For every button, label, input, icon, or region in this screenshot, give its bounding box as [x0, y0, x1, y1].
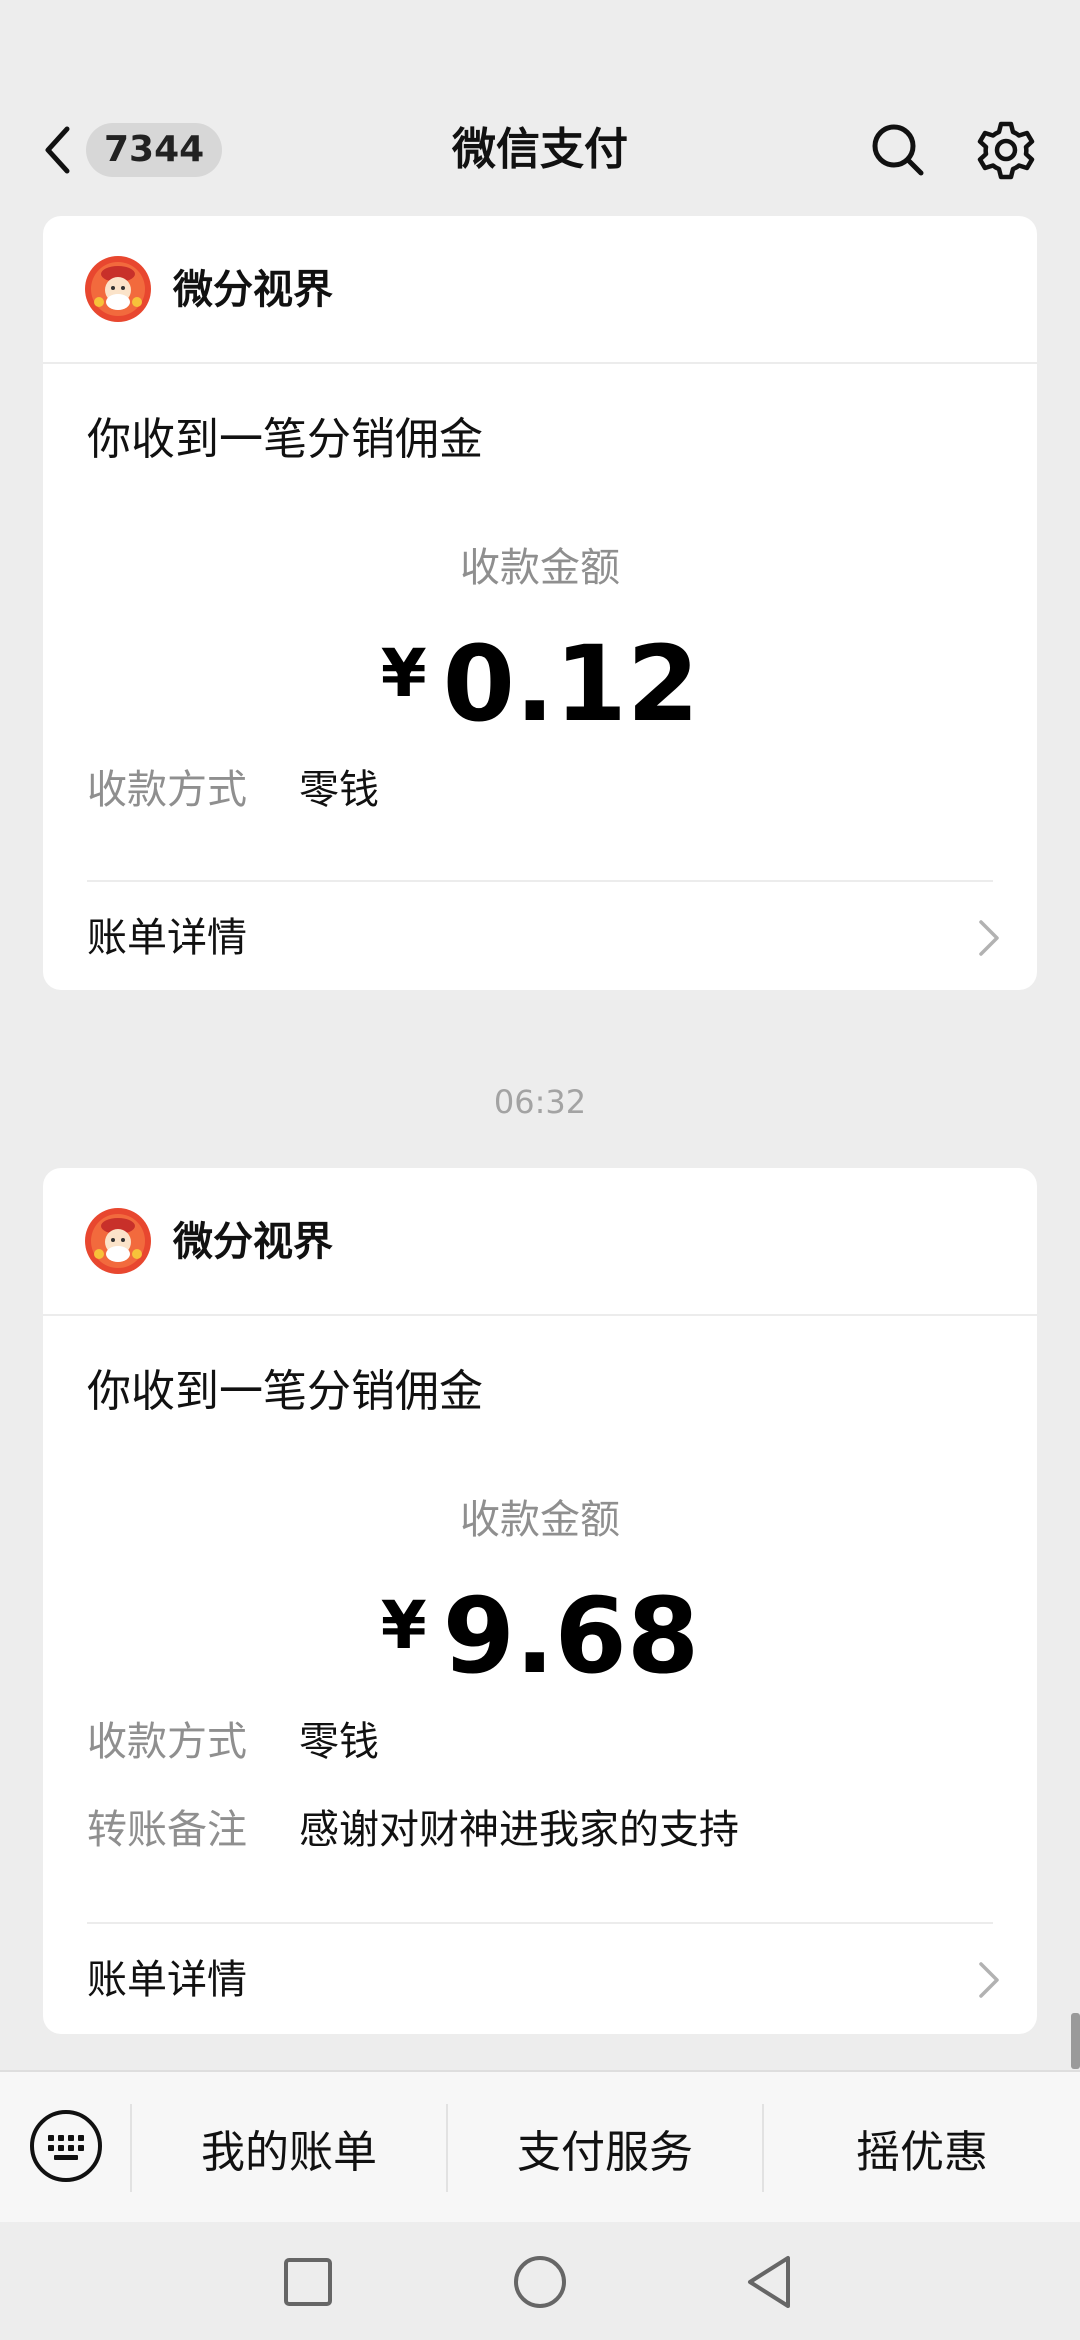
- menu-my-bills[interactable]: 我的账单: [132, 2072, 446, 2224]
- keyboard-toggle-button[interactable]: [28, 2108, 104, 2184]
- sender-name: 微分视界: [173, 1219, 333, 1265]
- sender-avatar: [85, 1208, 151, 1274]
- search-icon: [872, 124, 924, 176]
- payment-method-value: 零钱: [299, 1719, 379, 1765]
- gear-icon: [977, 121, 1035, 180]
- scrollbar-thumb[interactable]: [1071, 2013, 1080, 2069]
- currency-symbol: ¥: [380, 635, 427, 712]
- amount-value: ¥9.68: [43, 1566, 1037, 1696]
- payment-method-label: 收款方式: [87, 1719, 247, 1765]
- chevron-right-icon: [979, 1962, 999, 1998]
- card-sender-row: 微分视界: [43, 1168, 1037, 1316]
- bill-detail-link[interactable]: 账单详情: [43, 882, 1037, 992]
- triangle-back-icon: [748, 2256, 790, 2308]
- payment-message-card[interactable]: 微分视界 你收到一笔分销佣金 收款金额 ¥9.68 收款方式 零钱 转账备注 感…: [43, 1168, 1037, 2034]
- message-heading: 你收到一笔分销佣金: [87, 1366, 483, 1417]
- message-timestamp: 06:32: [493, 1083, 587, 1121]
- bill-detail-label: 账单详情: [87, 1957, 247, 2003]
- payment-method-value: 零钱: [299, 767, 379, 813]
- system-back-button[interactable]: [738, 2250, 802, 2314]
- amount-label: 收款金额: [460, 545, 620, 591]
- amount-label: 收款金额: [460, 1497, 620, 1543]
- home-button[interactable]: [508, 2250, 572, 2314]
- payment-message-card[interactable]: 微分视界 你收到一笔分销佣金 收款金额 ¥0.12 收款方式 零钱 账单详情: [43, 216, 1037, 990]
- menu-payment-services[interactable]: 支付服务: [448, 2072, 762, 2224]
- bill-detail-label: 账单详情: [87, 915, 247, 961]
- sender-avatar: [85, 256, 151, 322]
- transfer-note-label: 转账备注: [87, 1807, 247, 1853]
- amount-number: 9.68: [442, 1575, 700, 1697]
- system-navigation-bar: [0, 2222, 1080, 2340]
- card-sender-row: 微分视界: [43, 216, 1037, 364]
- search-button[interactable]: [868, 120, 928, 180]
- message-heading: 你收到一笔分销佣金: [87, 414, 483, 465]
- transfer-note-value: 感谢对财神进我家的支持: [299, 1807, 739, 1853]
- settings-button[interactable]: [974, 118, 1038, 182]
- bottom-menu-bar: 我的账单 支付服务 摇优惠: [0, 2070, 1080, 2222]
- payment-method-label: 收款方式: [87, 767, 247, 813]
- wechat-pay-chat-page: 7344 微信支付 微分视界 你收到一笔分销佣金 收款金额 ¥ 0.12 收款方…: [0, 0, 1080, 2340]
- sender-name: 微分视界: [173, 267, 333, 313]
- amount-number: 0.12: [442, 623, 700, 745]
- amount-value: ¥0.12: [43, 614, 1037, 744]
- circle-home-icon: [514, 2256, 566, 2308]
- top-bar: 7344 微信支付: [0, 0, 1080, 216]
- bill-detail-link[interactable]: 账单详情: [43, 1924, 1037, 2034]
- chevron-right-icon: [979, 920, 999, 956]
- recents-button[interactable]: [276, 2250, 340, 2314]
- menu-shake-deals[interactable]: 摇优惠: [764, 2072, 1080, 2224]
- square-recents-icon: [284, 2258, 332, 2306]
- keyboard-icon: [30, 2110, 102, 2182]
- currency-symbol: ¥: [380, 1587, 427, 1664]
